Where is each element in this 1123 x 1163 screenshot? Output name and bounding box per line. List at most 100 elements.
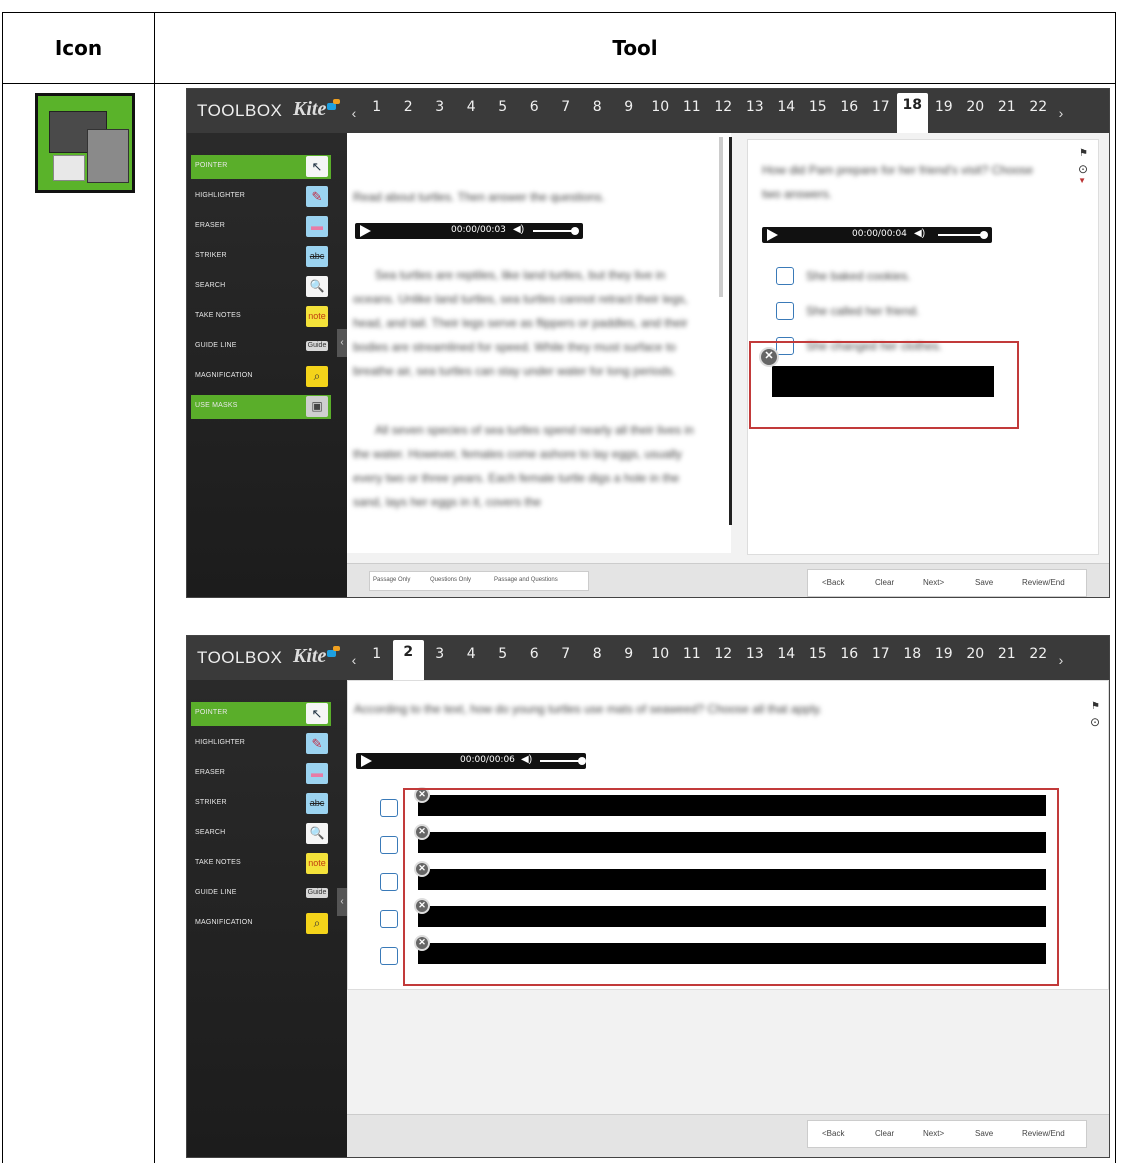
question-number-19[interactable]: 19 <box>928 93 960 121</box>
answer-mask[interactable] <box>772 366 994 397</box>
passage-divider[interactable] <box>729 137 732 525</box>
tab-passage-and-questions[interactable]: Passage and Questions <box>494 577 558 583</box>
collapse-toolbox-button[interactable]: ‹ <box>337 888 347 916</box>
question-number-8[interactable]: 8 <box>582 640 614 668</box>
tool-pointer[interactable]: POINTER ↖ <box>191 702 331 726</box>
save-button[interactable]: Save <box>975 578 993 587</box>
back-button[interactable]: <Back <box>822 1129 844 1138</box>
volume-track[interactable] <box>540 760 580 762</box>
question-number-18[interactable]: 18 <box>896 93 928 133</box>
tool-striker[interactable]: STRIKER abc <box>191 792 331 816</box>
tool-use-masks[interactable]: USE MASKS ▣ <box>191 395 331 419</box>
answer-checkbox[interactable] <box>380 910 398 928</box>
collapse-toolbox-button[interactable]: ‹ <box>337 329 347 357</box>
flag-icon[interactable]: ⚑ <box>1091 701 1100 712</box>
question-number-20[interactable]: 20 <box>960 640 992 668</box>
question-number-18[interactable]: 18 <box>897 640 929 668</box>
back-button[interactable]: <Back <box>822 578 844 587</box>
tool-eraser[interactable]: ERASER ▬ <box>191 762 331 786</box>
tool-magnification[interactable]: MAGNIFICATION ⌕ <box>191 365 331 389</box>
tool-highlighter[interactable]: HIGHLIGHTER ✎ <box>191 185 331 209</box>
tool-striker[interactable]: STRIKER abc <box>191 245 331 269</box>
review-end-button[interactable]: Review/End <box>1022 578 1065 587</box>
next-button[interactable]: Next> <box>923 1129 944 1138</box>
question-number-6[interactable]: 6 <box>519 640 551 668</box>
play-icon[interactable] <box>767 229 778 241</box>
answer-checkbox[interactable] <box>380 836 398 854</box>
tool-eraser[interactable]: ERASER ▬ <box>191 215 331 239</box>
volume-knob[interactable] <box>980 231 988 239</box>
passage-audio-player[interactable]: 00:00/00:03 ◀) <box>355 223 583 239</box>
question-number-17[interactable]: 17 <box>865 93 897 121</box>
answer-checkbox[interactable] <box>380 873 398 891</box>
question-audio-player[interactable]: 00:00/00:06 ◀) <box>356 753 586 769</box>
question-number-1[interactable]: 1 <box>361 640 393 668</box>
question-number-22[interactable]: 22 <box>1023 93 1055 121</box>
question-number-3[interactable]: 3 <box>424 93 456 121</box>
question-number-10[interactable]: 10 <box>645 93 677 121</box>
prev-question-arrow[interactable]: ‹ <box>347 105 361 121</box>
tool-take-notes[interactable]: TAKE NOTES note <box>191 305 331 329</box>
tool-highlighter[interactable]: HIGHLIGHTER ✎ <box>191 732 331 756</box>
answer-checkbox[interactable] <box>776 267 794 285</box>
help-icon[interactable]: ⊙ <box>1090 715 1100 729</box>
next-question-arrow[interactable]: › <box>1054 652 1068 668</box>
play-icon[interactable] <box>361 755 372 767</box>
question-number-19[interactable]: 19 <box>928 640 960 668</box>
question-number-12[interactable]: 12 <box>708 640 740 668</box>
question-number-2[interactable]: 2 <box>392 640 424 680</box>
question-number-21[interactable]: 21 <box>991 640 1023 668</box>
question-number-14[interactable]: 14 <box>771 640 803 668</box>
volume-icon[interactable]: ◀) <box>914 228 925 239</box>
question-number-22[interactable]: 22 <box>1023 640 1055 668</box>
clear-button[interactable]: Clear <box>875 578 894 587</box>
question-number-1[interactable]: 1 <box>361 93 393 121</box>
play-icon[interactable] <box>360 225 371 237</box>
tool-guide-line[interactable]: GUIDE LINE Guide <box>191 335 331 359</box>
save-button[interactable]: Save <box>975 1129 993 1138</box>
question-number-13[interactable]: 13 <box>739 93 771 121</box>
close-mask-icon[interactable]: ✕ <box>759 347 779 367</box>
volume-icon[interactable]: ◀) <box>513 224 524 235</box>
question-number-14[interactable]: 14 <box>771 93 803 121</box>
tool-magnification[interactable]: MAGNIFICATION ⌕ <box>191 912 331 936</box>
question-audio-player[interactable]: 00:00/00:04 ◀) <box>762 227 992 243</box>
question-number-17[interactable]: 17 <box>865 640 897 668</box>
tool-pointer[interactable]: POINTER ↖ <box>191 155 331 179</box>
question-number-12[interactable]: 12 <box>708 93 740 121</box>
question-number-11[interactable]: 11 <box>676 93 708 121</box>
review-end-button[interactable]: Review/End <box>1022 1129 1065 1138</box>
question-number-13[interactable]: 13 <box>739 640 771 668</box>
question-number-5[interactable]: 5 <box>487 640 519 668</box>
question-number-6[interactable]: 6 <box>519 93 551 121</box>
passage-scrollbar[interactable] <box>719 137 723 297</box>
volume-knob[interactable] <box>571 227 579 235</box>
question-number-21[interactable]: 21 <box>991 93 1023 121</box>
clear-button[interactable]: Clear <box>875 1129 894 1138</box>
question-number-4[interactable]: 4 <box>456 640 488 668</box>
answer-checkbox[interactable] <box>380 947 398 965</box>
help-icon[interactable]: ⊙ <box>1078 162 1088 176</box>
volume-track[interactable] <box>533 230 575 232</box>
volume-track[interactable] <box>938 234 984 236</box>
answer-checkbox[interactable] <box>776 302 794 320</box>
menu-arrow-icon[interactable]: ▼ <box>1078 176 1086 185</box>
question-number-16[interactable]: 16 <box>834 93 866 121</box>
question-number-16[interactable]: 16 <box>834 640 866 668</box>
question-number-15[interactable]: 15 <box>802 640 834 668</box>
volume-knob[interactable] <box>578 757 586 765</box>
next-button[interactable]: Next> <box>923 578 944 587</box>
question-number-3[interactable]: 3 <box>424 640 456 668</box>
question-number-4[interactable]: 4 <box>456 93 488 121</box>
question-number-15[interactable]: 15 <box>802 93 834 121</box>
volume-icon[interactable]: ◀) <box>521 754 532 765</box>
question-number-5[interactable]: 5 <box>487 93 519 121</box>
answer-checkbox[interactable] <box>380 799 398 817</box>
tab-questions-only[interactable]: Questions Only <box>430 577 471 583</box>
tool-search[interactable]: SEARCH 🔍 <box>191 275 331 299</box>
prev-question-arrow[interactable]: ‹ <box>347 652 361 668</box>
tool-take-notes[interactable]: TAKE NOTES note <box>191 852 331 876</box>
flag-icon[interactable]: ⚑ <box>1079 148 1088 159</box>
next-question-arrow[interactable]: › <box>1054 105 1068 121</box>
question-number-20[interactable]: 20 <box>960 93 992 121</box>
